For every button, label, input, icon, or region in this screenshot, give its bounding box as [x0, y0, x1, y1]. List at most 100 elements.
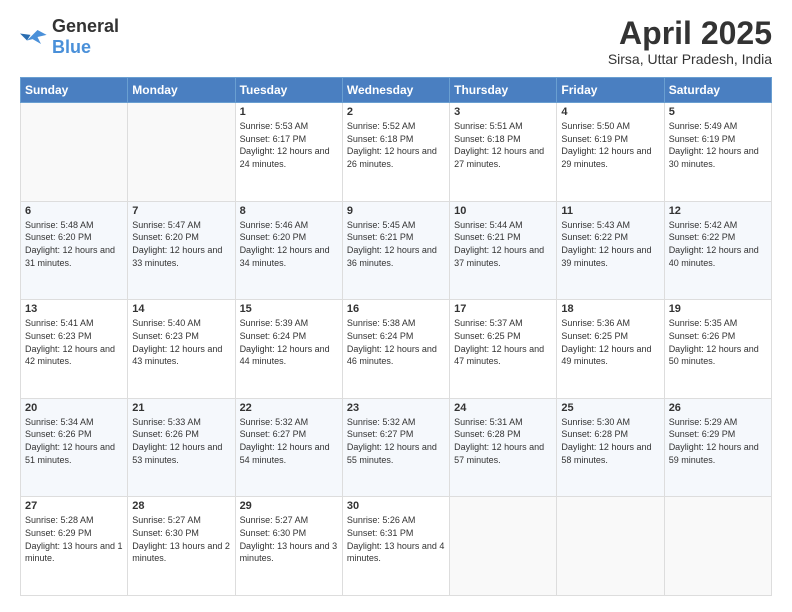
calendar-header-row: SundayMondayTuesdayWednesdayThursdayFrid…: [21, 78, 772, 103]
day-info: Sunrise: 5:32 AM Sunset: 6:27 PM Dayligh…: [240, 416, 338, 466]
column-header-wednesday: Wednesday: [342, 78, 449, 103]
calendar-cell: 18 Sunrise: 5:36 AM Sunset: 6:25 PM Dayli…: [557, 300, 664, 399]
calendar-week-row: 1Sunrise: 5:53 AM Sunset: 6:17 PM Daylig…: [21, 103, 772, 202]
calendar-week-row: 6Sunrise: 5:48 AM Sunset: 6:20 PM Daylig…: [21, 201, 772, 300]
day-number: 14: [132, 303, 230, 315]
calendar-cell: 9 Sunrise: 5:45 AM Sunset: 6:21 PM Daylig…: [342, 201, 449, 300]
day-info: Sunrise: 5:40 AM Sunset: 6:23 PM Dayligh…: [132, 317, 230, 367]
calendar-cell: [450, 497, 557, 596]
header: General Blue April 2025 Sirsa, Uttar Pra…: [20, 16, 772, 67]
day-number: 26: [669, 402, 767, 414]
location: Sirsa, Uttar Pradesh, India: [608, 51, 772, 67]
day-info: Sunrise: 5:48 AM Sunset: 6:20 PM Dayligh…: [25, 219, 123, 269]
day-number: 5: [669, 106, 767, 118]
calendar-table: SundayMondayTuesdayWednesdayThursdayFrid…: [20, 77, 772, 596]
day-info: Sunrise: 5:30 AM Sunset: 6:28 PM Dayligh…: [561, 416, 659, 466]
calendar-cell: 11Sunrise: 5:43 AM Sunset: 6:22 PM Dayli…: [557, 201, 664, 300]
day-number: 2: [347, 106, 445, 118]
day-number: 21: [132, 402, 230, 414]
calendar-cell: 10Sunrise: 5:44 AM Sunset: 6:21 PM Dayli…: [450, 201, 557, 300]
day-info: Sunrise: 5:42 AM Sunset: 6:22 PM Dayligh…: [669, 219, 767, 269]
calendar-cell: 13 Sunrise: 5:41 AM Sunset: 6:23 PM Dayli…: [21, 300, 128, 399]
day-info: Sunrise: 5:39 AM Sunset: 6:24 PM Dayligh…: [240, 317, 338, 367]
day-info: Sunrise: 5:29 AM Sunset: 6:29 PM Dayligh…: [669, 416, 767, 466]
day-info: Sunrise: 5:45 AM Sunset: 6:21 PM Dayligh…: [347, 219, 445, 269]
day-info: Sunrise: 5:35 AM Sunset: 6:26 PM Dayligh…: [669, 317, 767, 367]
day-info: Sunrise: 5:52 AM Sunset: 6:18 PM Dayligh…: [347, 120, 445, 170]
calendar-cell: 6Sunrise: 5:48 AM Sunset: 6:20 PM Daylig…: [21, 201, 128, 300]
day-number: 13: [25, 303, 123, 315]
logo: General Blue: [20, 16, 119, 58]
day-number: 18: [561, 303, 659, 315]
day-number: 27: [25, 500, 123, 512]
day-info: Sunrise: 5:26 AM Sunset: 6:31 PM Dayligh…: [347, 514, 445, 564]
day-info: Sunrise: 5:27 AM Sunset: 6:30 PM Dayligh…: [240, 514, 338, 564]
day-number: 16: [347, 303, 445, 315]
calendar-cell: [664, 497, 771, 596]
month-title: April 2025: [608, 16, 772, 51]
calendar-cell: 4 Sunrise: 5:50 AM Sunset: 6:19 PM Daylig…: [557, 103, 664, 202]
calendar-cell: 21 Sunrise: 5:33 AM Sunset: 6:26 PM Dayli…: [128, 398, 235, 497]
calendar-cell: 20Sunrise: 5:34 AM Sunset: 6:26 PM Dayli…: [21, 398, 128, 497]
day-number: 19: [669, 303, 767, 315]
calendar-cell: [128, 103, 235, 202]
day-info: Sunrise: 5:27 AM Sunset: 6:30 PM Dayligh…: [132, 514, 230, 564]
column-header-monday: Monday: [128, 78, 235, 103]
calendar-week-row: 27 Sunrise: 5:28 AM Sunset: 6:29 PM Dayli…: [21, 497, 772, 596]
calendar-cell: 12Sunrise: 5:42 AM Sunset: 6:22 PM Dayli…: [664, 201, 771, 300]
column-header-tuesday: Tuesday: [235, 78, 342, 103]
calendar-cell: 16 Sunrise: 5:38 AM Sunset: 6:24 PM Dayli…: [342, 300, 449, 399]
calendar-cell: 25Sunrise: 5:30 AM Sunset: 6:28 PM Dayli…: [557, 398, 664, 497]
day-info: Sunrise: 5:37 AM Sunset: 6:25 PM Dayligh…: [454, 317, 552, 367]
day-info: Sunrise: 5:33 AM Sunset: 6:26 PM Dayligh…: [132, 416, 230, 466]
page: General Blue April 2025 Sirsa, Uttar Pra…: [0, 0, 792, 612]
column-header-thursday: Thursday: [450, 78, 557, 103]
day-info: Sunrise: 5:32 AM Sunset: 6:27 PM Dayligh…: [347, 416, 445, 466]
calendar-cell: 8Sunrise: 5:46 AM Sunset: 6:20 PM Daylig…: [235, 201, 342, 300]
day-number: 23: [347, 402, 445, 414]
calendar-cell: 3Sunrise: 5:51 AM Sunset: 6:18 PM Daylig…: [450, 103, 557, 202]
logo-bird-icon: [20, 26, 48, 48]
calendar-week-row: 20Sunrise: 5:34 AM Sunset: 6:26 PM Dayli…: [21, 398, 772, 497]
day-number: 28: [132, 500, 230, 512]
calendar-cell: 26 Sunrise: 5:29 AM Sunset: 6:29 PM Dayli…: [664, 398, 771, 497]
calendar-week-row: 13 Sunrise: 5:41 AM Sunset: 6:23 PM Dayli…: [21, 300, 772, 399]
day-info: Sunrise: 5:28 AM Sunset: 6:29 PM Dayligh…: [25, 514, 123, 564]
day-number: 11: [561, 205, 659, 217]
logo-general-text: General: [52, 16, 119, 36]
calendar-cell: 2 Sunrise: 5:52 AM Sunset: 6:18 PM Daylig…: [342, 103, 449, 202]
day-number: 4: [561, 106, 659, 118]
day-info: Sunrise: 5:36 AM Sunset: 6:25 PM Dayligh…: [561, 317, 659, 367]
calendar-cell: 15Sunrise: 5:39 AM Sunset: 6:24 PM Dayli…: [235, 300, 342, 399]
day-info: Sunrise: 5:50 AM Sunset: 6:19 PM Dayligh…: [561, 120, 659, 170]
day-info: Sunrise: 5:44 AM Sunset: 6:21 PM Dayligh…: [454, 219, 552, 269]
day-number: 3: [454, 106, 552, 118]
day-number: 29: [240, 500, 338, 512]
day-number: 30: [347, 500, 445, 512]
day-number: 17: [454, 303, 552, 315]
calendar-cell: 23 Sunrise: 5:32 AM Sunset: 6:27 PM Dayli…: [342, 398, 449, 497]
day-info: Sunrise: 5:47 AM Sunset: 6:20 PM Dayligh…: [132, 219, 230, 269]
day-number: 9: [347, 205, 445, 217]
calendar-cell: 22 Sunrise: 5:32 AM Sunset: 6:27 PM Dayli…: [235, 398, 342, 497]
day-number: 22: [240, 402, 338, 414]
calendar-cell: 19 Sunrise: 5:35 AM Sunset: 6:26 PM Dayli…: [664, 300, 771, 399]
day-info: Sunrise: 5:38 AM Sunset: 6:24 PM Dayligh…: [347, 317, 445, 367]
calendar-cell: 14 Sunrise: 5:40 AM Sunset: 6:23 PM Dayli…: [128, 300, 235, 399]
logo-blue-text: Blue: [52, 37, 91, 57]
calendar-cell: [557, 497, 664, 596]
calendar-cell: 7 Sunrise: 5:47 AM Sunset: 6:20 PM Daylig…: [128, 201, 235, 300]
calendar-cell: 5Sunrise: 5:49 AM Sunset: 6:19 PM Daylig…: [664, 103, 771, 202]
calendar-cell: [21, 103, 128, 202]
day-info: Sunrise: 5:53 AM Sunset: 6:17 PM Dayligh…: [240, 120, 338, 170]
header-right: April 2025 Sirsa, Uttar Pradesh, India: [608, 16, 772, 67]
calendar-cell: 30 Sunrise: 5:26 AM Sunset: 6:31 PM Dayli…: [342, 497, 449, 596]
calendar-cell: 28 Sunrise: 5:27 AM Sunset: 6:30 PM Dayli…: [128, 497, 235, 596]
day-info: Sunrise: 5:31 AM Sunset: 6:28 PM Dayligh…: [454, 416, 552, 466]
calendar-cell: 17 Sunrise: 5:37 AM Sunset: 6:25 PM Dayli…: [450, 300, 557, 399]
calendar-cell: 24Sunrise: 5:31 AM Sunset: 6:28 PM Dayli…: [450, 398, 557, 497]
calendar-cell: 27 Sunrise: 5:28 AM Sunset: 6:29 PM Dayli…: [21, 497, 128, 596]
column-header-sunday: Sunday: [21, 78, 128, 103]
day-number: 7: [132, 205, 230, 217]
day-info: Sunrise: 5:41 AM Sunset: 6:23 PM Dayligh…: [25, 317, 123, 367]
